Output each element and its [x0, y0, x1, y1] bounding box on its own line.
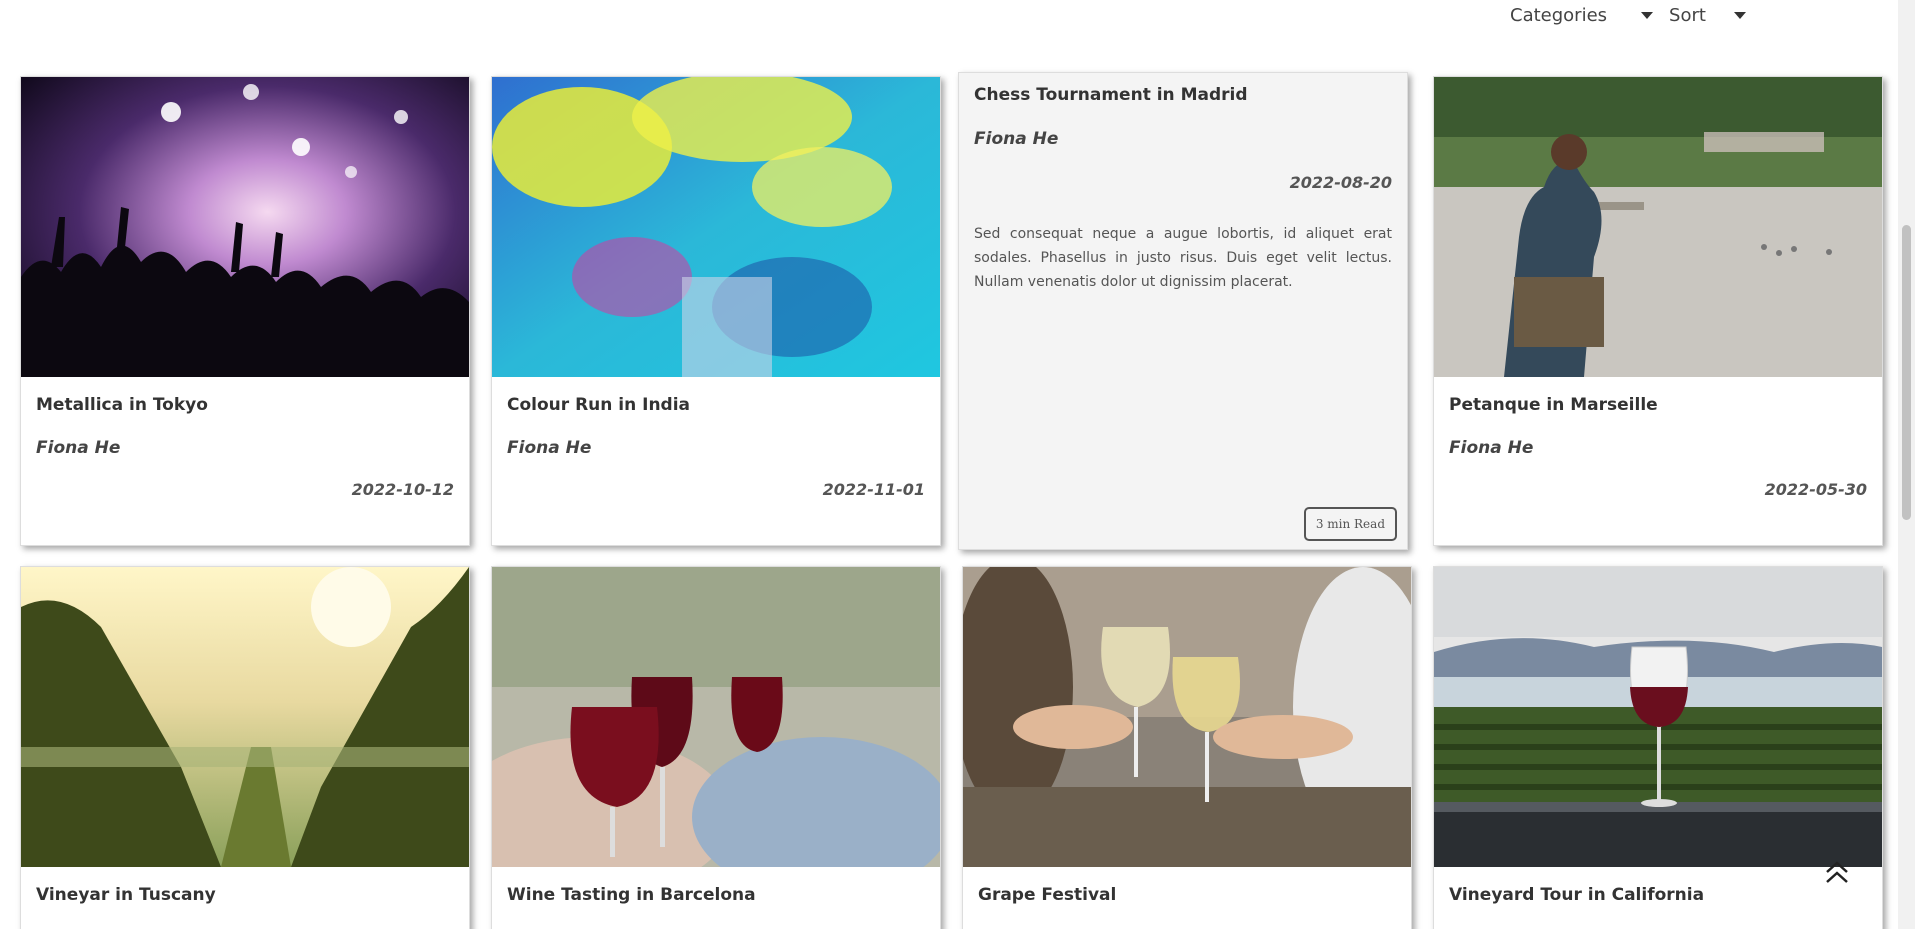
sort-dropdown[interactable]: Sort [1669, 5, 1746, 26]
card-author: Fiona He [1449, 438, 1534, 458]
back-to-top-button[interactable] [1822, 858, 1852, 888]
card-date: 2022-05-30 [1764, 480, 1867, 499]
vineyard-sunset-image [21, 567, 469, 867]
card-date: 2022-08-20 [1289, 173, 1392, 192]
colour-powder-image [492, 77, 940, 377]
post-card[interactable]: Grape Festival [962, 566, 1412, 929]
post-card[interactable]: Vineyard Tour in California [1433, 566, 1883, 929]
read-time-button[interactable]: 3 min Read [1303, 507, 1397, 541]
card-title[interactable]: Chess Tournament in Madrid [974, 85, 1392, 105]
card-excerpt: Sed consequat neque a augue lobortis, id… [974, 226, 1392, 290]
post-card[interactable]: Metallica in Tokyo Fiona He 2022-10-12 [20, 76, 470, 546]
white-wine-toast-image [963, 567, 1411, 867]
card-author: Fiona He [507, 438, 592, 458]
post-card[interactable]: Petanque in Marseille Fiona He 2022-05-3… [1433, 76, 1883, 546]
card-title[interactable]: Petanque in Marseille [1449, 395, 1867, 415]
card-author: Fiona He [36, 438, 121, 458]
categories-dropdown[interactable]: Categories [1510, 4, 1654, 26]
caret-down-icon [1641, 11, 1654, 19]
card-title[interactable]: Colour Run in India [507, 395, 925, 415]
post-card[interactable]: Colour Run in India Fiona He 2022-11-01 [491, 76, 941, 546]
post-card[interactable]: Vineyar in Tuscany [20, 566, 470, 929]
page-scrollbar[interactable] [1898, 0, 1915, 929]
caret-down-icon [1733, 11, 1746, 19]
concert-crowd-image [21, 77, 469, 377]
scrollbar-thumb[interactable] [1902, 225, 1911, 520]
page: Categories Sort Metallica in Tokyo Fiona… [0, 0, 1915, 929]
post-card[interactable]: Wine Tasting in Barcelona [491, 566, 941, 929]
card-date: 2022-10-12 [351, 480, 454, 499]
card-author: Fiona He [974, 129, 1059, 149]
categories-label: Categories [1510, 4, 1608, 26]
card-title[interactable]: Wine Tasting in Barcelona [507, 885, 925, 905]
card-title[interactable]: Vineyard Tour in California [1449, 885, 1867, 905]
card-title[interactable]: Vineyar in Tuscany [36, 885, 454, 905]
wine-glass-vineyard-image [1434, 567, 1882, 867]
card-title[interactable]: Grape Festival [978, 885, 1396, 905]
double-chevron-up-icon [1826, 861, 1848, 883]
card-title[interactable]: Metallica in Tokyo [36, 395, 454, 415]
post-card-expanded[interactable]: Chess Tournament in Madrid Fiona He 2022… [958, 72, 1408, 550]
red-wine-toast-image [492, 567, 940, 867]
sort-label: Sort [1669, 4, 1706, 26]
petanque-park-image [1434, 77, 1882, 377]
filter-bar: Categories Sort [1510, 0, 1746, 30]
card-date: 2022-11-01 [822, 480, 925, 499]
